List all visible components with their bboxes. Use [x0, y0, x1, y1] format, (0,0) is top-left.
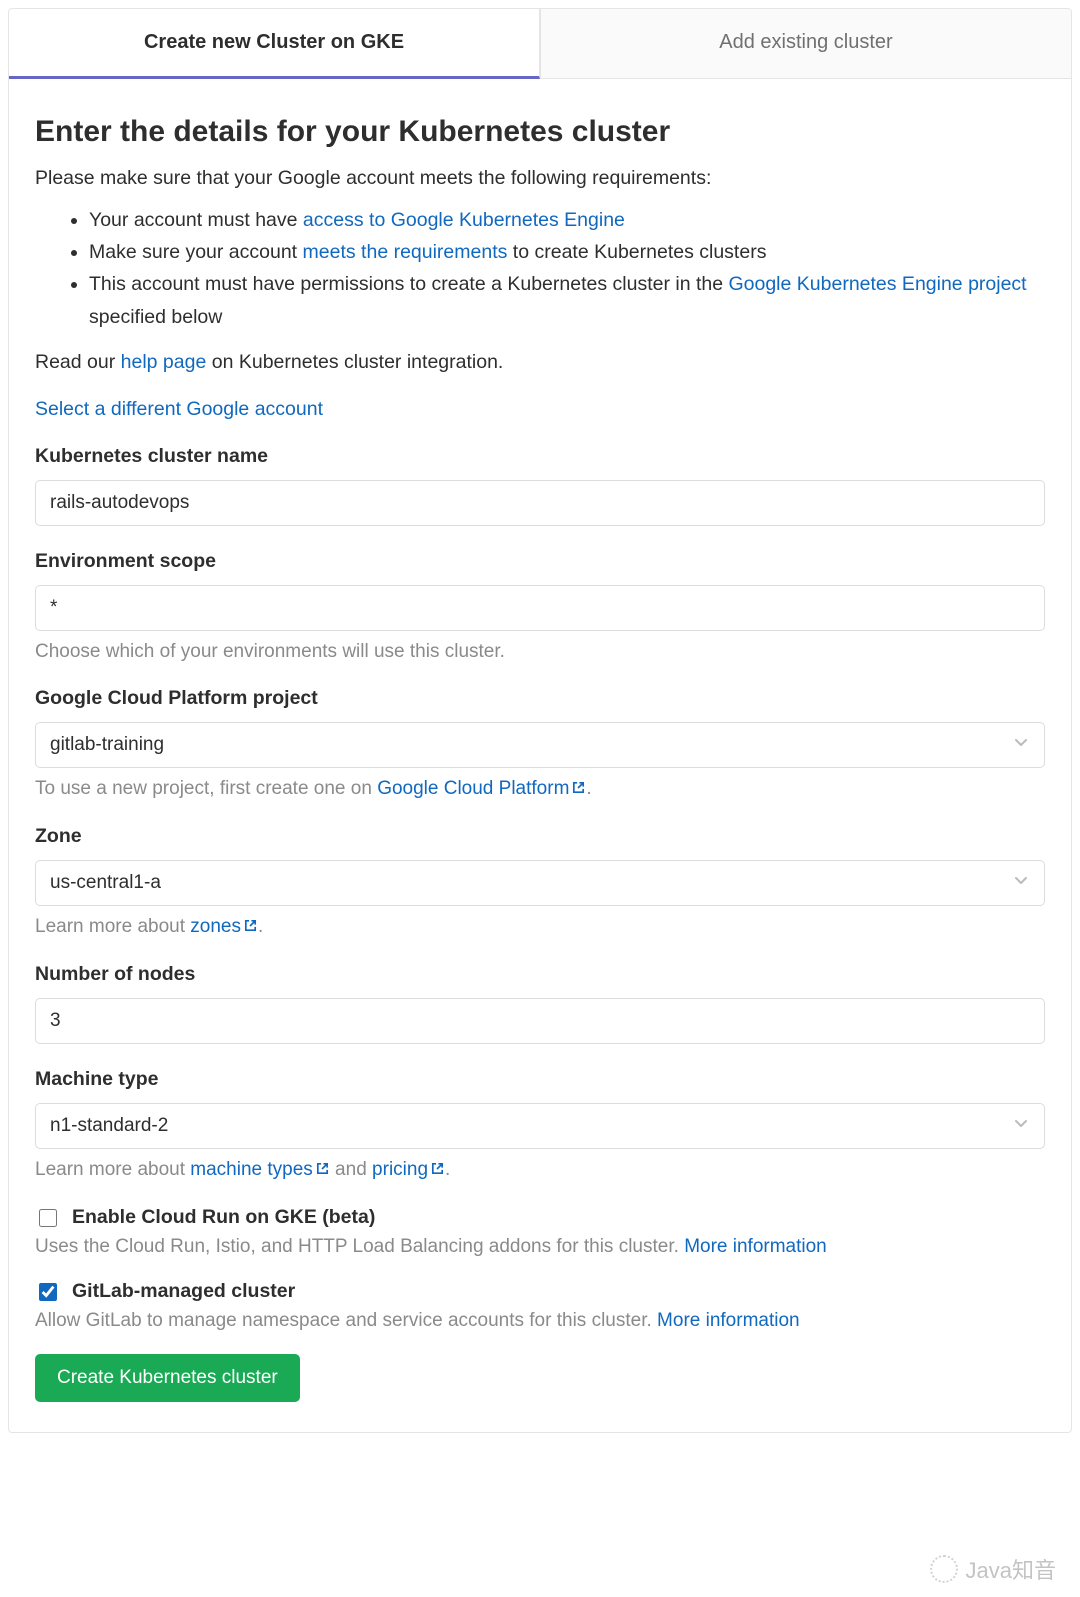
tab-create-cluster[interactable]: Create new Cluster on GKE	[9, 9, 540, 79]
group-machine-type: Machine type n1-standard-2 Learn more ab…	[35, 1068, 1045, 1182]
checkbox-row-cloudrun: Enable Cloud Run on GKE (beta)	[35, 1206, 1045, 1230]
checkbox-row-managed: GitLab-managed cluster	[35, 1280, 1045, 1304]
link-meets-requirements[interactable]: meets the requirements	[303, 241, 508, 263]
watermark-text: Java知音	[966, 1553, 1056, 1585]
external-link-icon	[430, 1160, 445, 1182]
link-machine-types[interactable]: machine types	[190, 1159, 330, 1180]
link-select-google-account[interactable]: Select a different Google account	[35, 398, 323, 421]
tab-add-existing[interactable]: Add existing cluster	[540, 9, 1071, 79]
group-nodes: Number of nodes	[35, 963, 1045, 1044]
checkbox-managed[interactable]	[39, 1283, 57, 1301]
page-title: Enter the details for your Kubernetes cl…	[35, 115, 1045, 149]
link-managed-more[interactable]: More information	[657, 1310, 800, 1331]
req3-pre: This account must have permissions to cr…	[89, 273, 728, 295]
input-nodes[interactable]	[35, 998, 1045, 1044]
req-item-1: Your account must have access to Google …	[89, 204, 1045, 236]
label-gcp-project: Google Cloud Platform project	[35, 687, 1045, 710]
cluster-panel: Create new Cluster on GKE Add existing c…	[8, 8, 1072, 1433]
link-gcp-platform[interactable]: Google Cloud Platform	[377, 778, 586, 799]
zone-help-post: .	[258, 916, 263, 937]
help-managed: Allow GitLab to manage namespace and ser…	[35, 1310, 1045, 1332]
checkbox-cloudrun[interactable]	[39, 1209, 57, 1227]
external-link-icon	[571, 779, 586, 801]
cloudrun-help-text: Uses the Cloud Run, Istio, and HTTP Load…	[35, 1236, 684, 1257]
group-cluster-name: Kubernetes cluster name	[35, 445, 1045, 526]
tabs: Create new Cluster on GKE Add existing c…	[9, 9, 1071, 79]
link-help-page[interactable]: help page	[121, 351, 207, 373]
link-pricing[interactable]: pricing	[372, 1159, 445, 1180]
link-cloudrun-more[interactable]: More information	[684, 1236, 827, 1257]
mt-help-pre: Learn more about	[35, 1159, 190, 1180]
label-nodes: Number of nodes	[35, 963, 1045, 986]
create-cluster-button[interactable]: Create Kubernetes cluster	[35, 1354, 300, 1402]
intro-text: Please make sure that your Google accoun…	[35, 167, 1045, 190]
help-gcp-project: To use a new project, first create one o…	[35, 778, 1045, 801]
label-machine-type: Machine type	[35, 1068, 1045, 1091]
form-content: Enter the details for your Kubernetes cl…	[9, 79, 1071, 1432]
gcp-help-post: .	[586, 778, 591, 799]
managed-help-text: Allow GitLab to manage namespace and ser…	[35, 1310, 657, 1331]
gcp-help-pre: To use a new project, first create one o…	[35, 778, 377, 799]
watermark: Java知音	[930, 1553, 1056, 1585]
input-env-scope[interactable]	[35, 585, 1045, 631]
req2-pre: Make sure your account	[89, 241, 303, 263]
label-cluster-name: Kubernetes cluster name	[35, 445, 1045, 468]
help-cloudrun: Uses the Cloud Run, Istio, and HTTP Load…	[35, 1236, 1045, 1258]
req3-post: specified below	[89, 306, 222, 328]
label-cloudrun: Enable Cloud Run on GKE (beta)	[72, 1206, 375, 1229]
read-post: on Kubernetes cluster integration.	[206, 351, 503, 373]
zone-help-pre: Learn more about	[35, 916, 190, 937]
read-pre: Read our	[35, 351, 121, 373]
help-zone: Learn more about zones.	[35, 916, 1045, 939]
select-machine-type[interactable]: n1-standard-2	[35, 1103, 1045, 1149]
group-gcp-project: Google Cloud Platform project gitlab-tra…	[35, 687, 1045, 801]
help-machine-type: Learn more about machine types and prici…	[35, 1159, 1045, 1182]
group-env-scope: Environment scope Choose which of your e…	[35, 550, 1045, 663]
req1-pre: Your account must have	[89, 209, 303, 231]
link-zones[interactable]: zones	[190, 916, 258, 937]
select-zone[interactable]: us-central1-a	[35, 860, 1045, 906]
label-env-scope: Environment scope	[35, 550, 1045, 573]
link-gke-project[interactable]: Google Kubernetes Engine project	[728, 273, 1026, 295]
label-zone: Zone	[35, 825, 1045, 848]
label-managed: GitLab-managed cluster	[72, 1280, 295, 1303]
read-help: Read our help page on Kubernetes cluster…	[35, 351, 1045, 374]
select-gcp-project[interactable]: gitlab-training	[35, 722, 1045, 768]
watermark-icon	[930, 1555, 958, 1583]
req-item-3: This account must have permissions to cr…	[89, 268, 1045, 332]
req2-post: to create Kubernetes clusters	[507, 241, 766, 263]
help-env-scope: Choose which of your environments will u…	[35, 641, 1045, 663]
input-cluster-name[interactable]	[35, 480, 1045, 526]
mt-help-mid: and	[330, 1159, 372, 1180]
requirements-list: Your account must have access to Google …	[35, 204, 1045, 333]
mt-help-post: .	[445, 1159, 450, 1180]
external-link-icon	[243, 917, 258, 939]
group-zone: Zone us-central1-a Learn more about zone…	[35, 825, 1045, 939]
req-item-2: Make sure your account meets the require…	[89, 236, 1045, 268]
external-link-icon	[315, 1160, 330, 1182]
link-gke-access[interactable]: access to Google Kubernetes Engine	[303, 209, 625, 231]
